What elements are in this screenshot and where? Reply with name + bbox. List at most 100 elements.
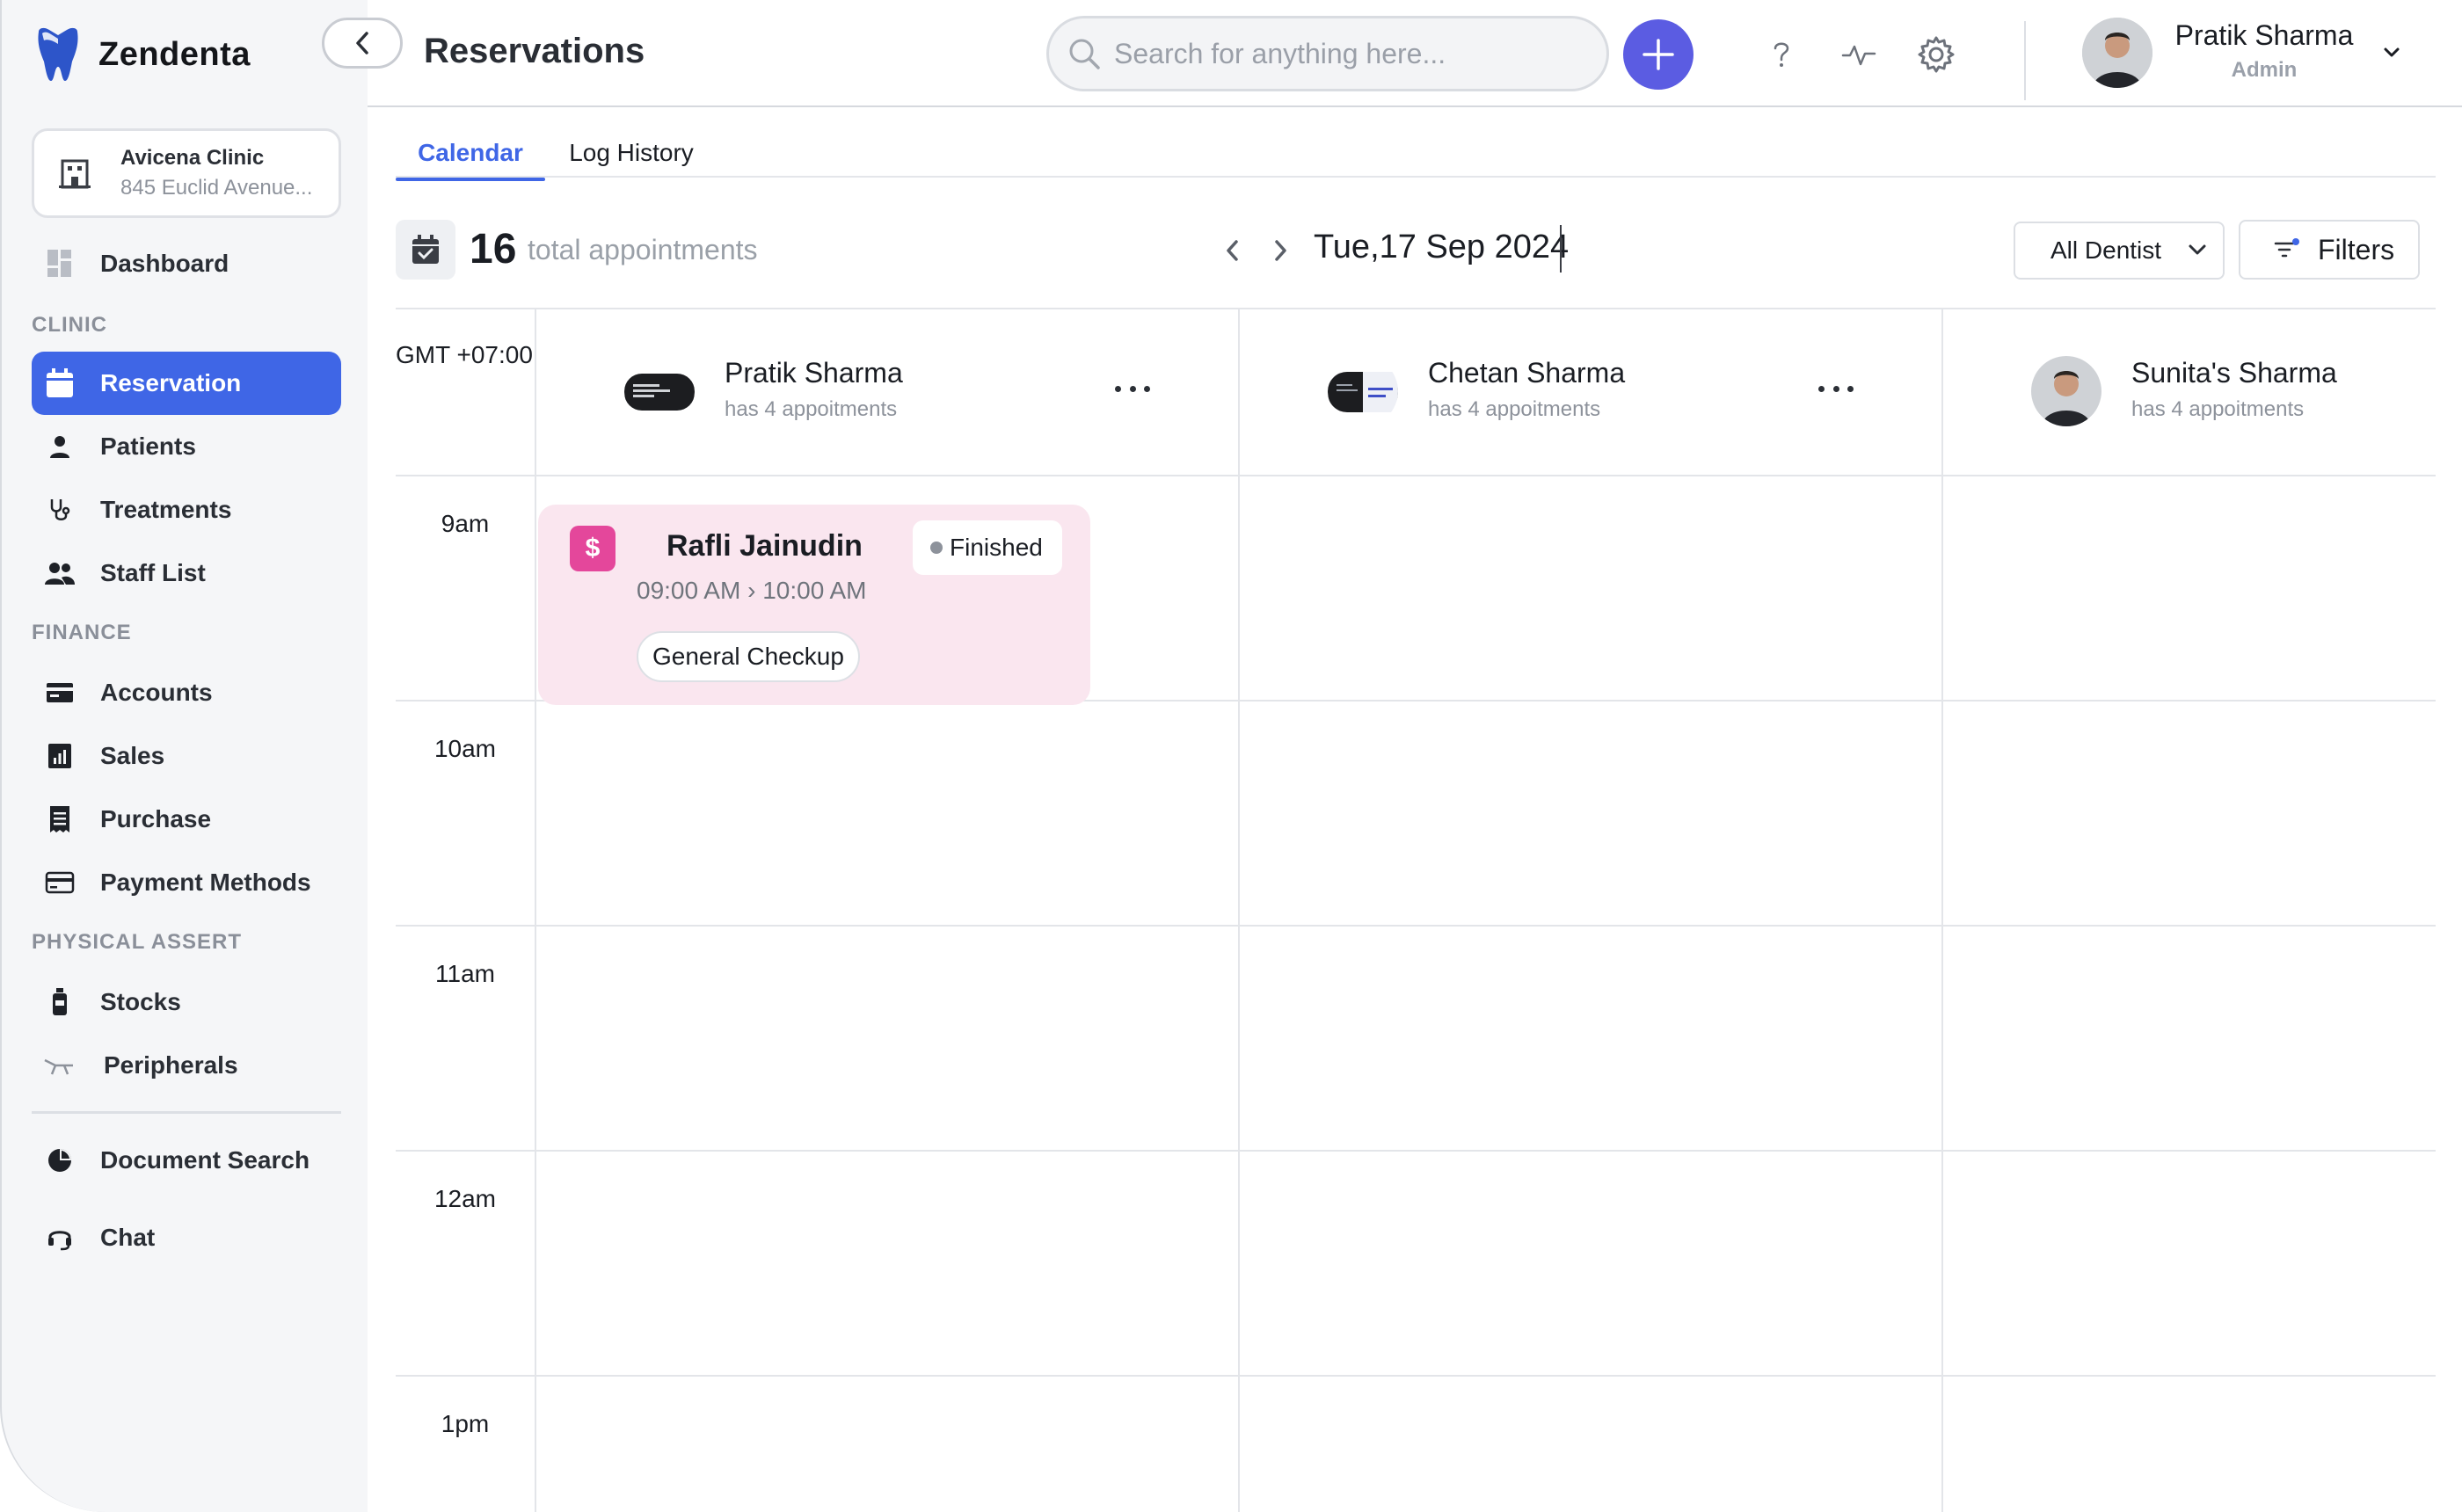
sidebar-item-label: Reservation [100, 369, 242, 396]
dentist-appointment-count: has 4 appoitments [2131, 397, 2305, 421]
page-title: Reservations [424, 32, 645, 70]
grid-line [396, 1375, 2436, 1377]
card-icon [47, 683, 73, 702]
question-icon [1774, 42, 1789, 67]
sidebar-item-label: Sales [100, 742, 165, 769]
sidebar: Zendenta Avicena Clinic 845 Euclid Avenu… [0, 0, 368, 1512]
grid-line [1941, 308, 1943, 1512]
sidebar-item-label: Document Search [100, 1146, 310, 1174]
time-slot-label: 12am [433, 1185, 497, 1212]
sidebar-item-label: Stocks [100, 988, 181, 1015]
dashboard-icon [47, 250, 71, 277]
sidebar-item-payment-methods[interactable]: Payment Methods [32, 851, 341, 914]
chevron-right-icon: › [747, 577, 763, 604]
current-date[interactable]: Tue,17 Sep 2024 [1314, 229, 1569, 266]
dentist-column-header[interactable]: Chetan Sharma has 4 appoitments [1328, 352, 1820, 431]
sidebar-item-reservation[interactable]: Reservation [32, 352, 341, 415]
search-input[interactable] [1114, 37, 1589, 70]
dental-chair-icon [44, 1058, 73, 1075]
timezone-label: GMT +07:00 [396, 341, 533, 368]
sidebar-item-label: Payment Methods [100, 869, 311, 896]
section-label-clinic: CLINIC [32, 313, 107, 337]
sidebar-item-label: Peripherals [104, 1051, 238, 1079]
appointment-card[interactable]: $ Rafli Jainudin Finished 09:00 AM › 10:… [538, 505, 1090, 705]
treatment-tag: General Checkup [637, 631, 860, 682]
appointment-count: 16 [470, 226, 517, 273]
sidebar-item-treatments[interactable]: Treatments [32, 478, 341, 542]
user-menu-toggle[interactable] [2378, 39, 2406, 67]
status-dot [930, 542, 943, 554]
dentist-column-header[interactable]: Sunita's Sharma has 4 appoitments [2031, 352, 2436, 431]
sidebar-item-purchase[interactable]: Purchase [32, 788, 341, 851]
dentist-appointment-count: has 4 appoitments [725, 397, 898, 421]
more-dot [1115, 385, 1121, 392]
collapse-sidebar-button[interactable] [322, 18, 403, 69]
building-icon [59, 159, 91, 189]
help-button[interactable] [1759, 32, 1804, 77]
add-button[interactable] [1623, 19, 1694, 90]
dentist-column-header[interactable]: Pratik Sharma has 4 appoitments [624, 352, 1117, 431]
sidebar-item-label: Chat [100, 1224, 156, 1251]
date-divider [1560, 225, 1562, 273]
dentist-select[interactable]: All Dentist [2014, 222, 2225, 280]
grid-line [396, 925, 2436, 927]
clinic-address: 845 Euclid Avenue... [120, 176, 313, 200]
dentist-name: Chetan Sharma [1428, 357, 1626, 389]
sidebar-item-staff-list[interactable]: Staff List [32, 542, 341, 605]
dentist-avatar [2031, 356, 2101, 426]
filter-icon [2274, 238, 2299, 258]
chevron-right-icon [1275, 240, 1286, 261]
sidebar-divider [32, 1111, 341, 1114]
pie-icon [48, 1149, 71, 1172]
tab-log-history[interactable]: Log History [552, 125, 710, 181]
clinic-selector[interactable]: Avicena Clinic 845 Euclid Avenue... [32, 128, 341, 218]
status-badge: Finished [913, 520, 1062, 575]
more-dot [1129, 385, 1136, 392]
dentist-name: Pratik Sharma [725, 357, 903, 389]
time-slot-label: 10am [433, 735, 497, 762]
sidebar-item-peripherals[interactable]: Peripherals [32, 1034, 341, 1097]
sidebar-item-label: Purchase [100, 805, 212, 832]
filters-button[interactable]: Filters [2239, 220, 2420, 280]
previous-date-button[interactable] [1217, 236, 1247, 265]
appointment-time: 09:00 AM › 10:00 AM [637, 577, 867, 605]
sidebar-item-label: Accounts [100, 679, 213, 706]
dentist-avatar [624, 356, 695, 426]
more-dot [1832, 385, 1839, 392]
grid-line [535, 308, 536, 1512]
dentist-avatar [1328, 356, 1398, 426]
more-dot [1847, 385, 1854, 392]
chevron-down-icon [2189, 244, 2206, 255]
tab-calendar[interactable]: Calendar [396, 125, 545, 181]
settings-button[interactable] [1913, 32, 1959, 77]
sidebar-item-label: Patients [100, 433, 196, 460]
sidebar-item-sales[interactable]: Sales [32, 724, 341, 788]
activity-button[interactable] [1836, 32, 1882, 77]
appointment-count-label: total appointments [528, 234, 758, 265]
sidebar-item-dashboard[interactable]: Dashboard [32, 232, 341, 295]
dentist-appointment-count: has 4 appoitments [1428, 397, 1601, 421]
header-divider [2024, 21, 2026, 100]
sidebar-item-document-search[interactable]: Document Search [32, 1129, 341, 1192]
time-slot-label: 9am [441, 510, 490, 537]
tooth-logo-icon [38, 27, 78, 81]
section-label-physical-assert: PHYSICAL ASSERT [32, 930, 243, 954]
brand[interactable]: Zendenta [33, 26, 251, 83]
grid-line [1238, 308, 1240, 1512]
dentist-more-button[interactable] [1818, 380, 1854, 397]
next-date-button[interactable] [1266, 236, 1296, 265]
sidebar-item-patients[interactable]: Patients [32, 415, 341, 478]
sidebar-item-stocks[interactable]: Stocks [32, 970, 341, 1034]
stethoscope-icon [50, 499, 70, 520]
user-name: Pratik Sharma [2174, 19, 2354, 51]
sidebar-item-chat[interactable]: Chat [32, 1206, 341, 1269]
dentist-more-button[interactable] [1115, 380, 1150, 397]
search-bar[interactable] [1046, 16, 1609, 91]
header-border [368, 105, 2462, 107]
time-slot-label: 11am [435, 960, 495, 987]
activity-icon [1841, 45, 1876, 66]
appointment-patient-name: Rafli Jainudin [666, 529, 863, 563]
section-label-finance: FINANCE [32, 621, 132, 644]
sidebar-item-accounts[interactable]: Accounts [32, 661, 341, 724]
more-dot [1144, 385, 1150, 392]
